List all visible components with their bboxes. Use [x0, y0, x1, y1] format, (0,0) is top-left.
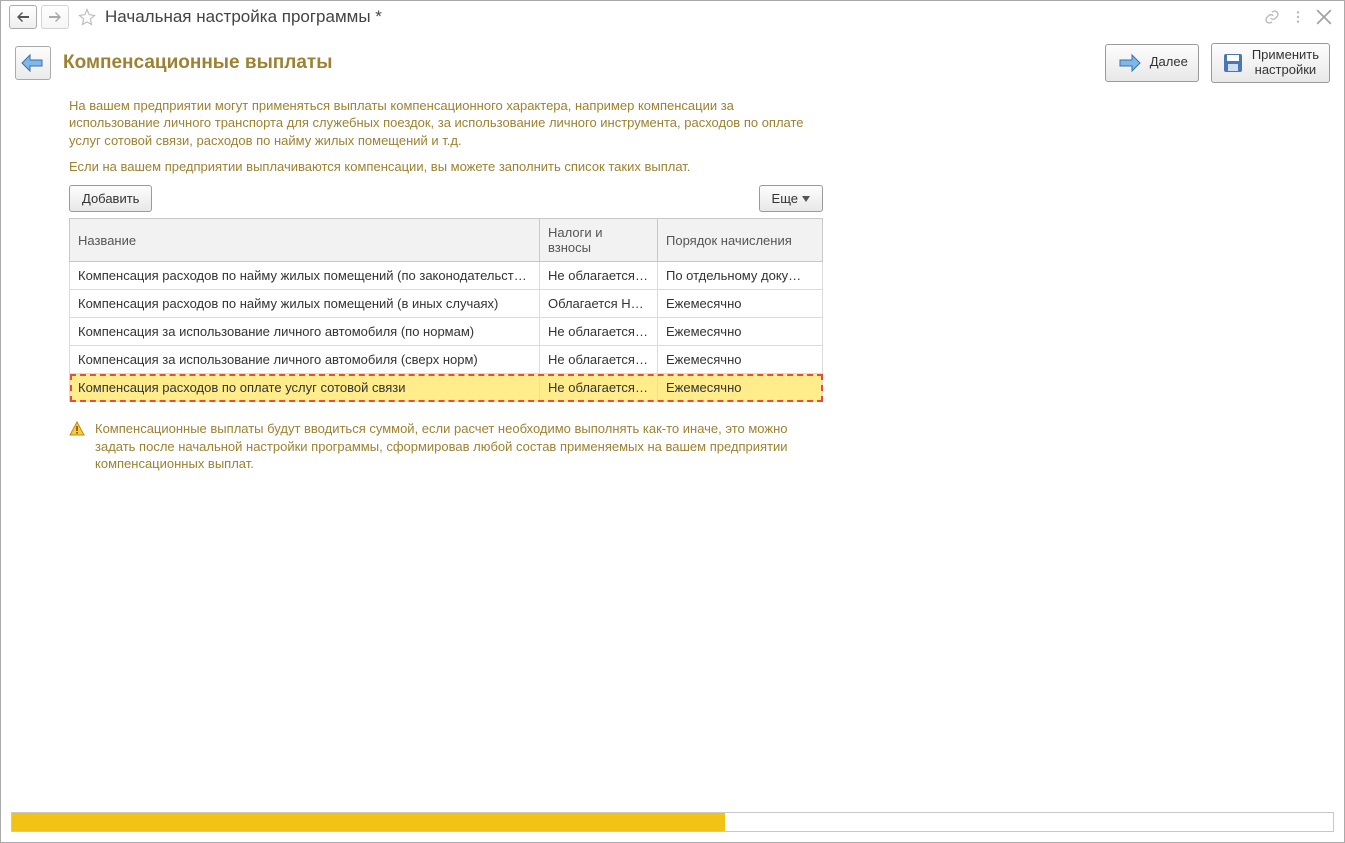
intro-paragraph-1: На вашем предприятии могут применяться в…: [69, 97, 823, 150]
arrow-left-blue-icon: [20, 53, 46, 73]
arrow-left-icon: [17, 12, 29, 22]
table-header-row: Название Налоги и взносы Порядок начисле…: [70, 219, 823, 262]
intro-paragraph-2: Если на вашем предприятии выплачиваются …: [69, 158, 823, 176]
table-row[interactable]: Компенсация расходов по найму жилых поме…: [70, 262, 823, 290]
intro-text: На вашем предприятии могут применяться в…: [69, 97, 823, 175]
cell-name: Компенсация расходов по найму жилых поме…: [70, 290, 540, 318]
cell-name: Компенсация за использование личного авт…: [70, 346, 540, 374]
main-area: Компенсационные выплаты Далее Применитьн…: [1, 33, 1344, 842]
warning-text: Компенсационные выплаты будут вводиться …: [95, 420, 823, 473]
cell-taxes: Не облагается …: [540, 318, 658, 346]
arrow-right-icon: [49, 12, 61, 22]
table-toolbar: Добавить Еще: [69, 185, 823, 212]
table-row[interactable]: Компенсация за использование личного авт…: [70, 318, 823, 346]
chevron-down-icon: [802, 196, 810, 202]
more-vertical-icon[interactable]: [1290, 9, 1306, 25]
table-row[interactable]: Компенсация расходов по найму жилых поме…: [70, 290, 823, 318]
warning-note: Компенсационные выплаты будут вводиться …: [69, 420, 823, 473]
compensation-table: Название Налоги и взносы Порядок начисле…: [69, 218, 823, 402]
more-button[interactable]: Еще: [759, 185, 823, 212]
next-button-label: Далее: [1150, 55, 1188, 70]
warning-icon: [69, 421, 85, 437]
link-icon[interactable]: [1264, 9, 1280, 25]
cell-taxes: Не облагается …: [540, 346, 658, 374]
next-button[interactable]: Далее: [1105, 44, 1199, 82]
cell-order: Ежемесячно: [658, 346, 823, 374]
cell-taxes: Не облагается …: [540, 262, 658, 290]
cell-name: Компенсация за использование личного авт…: [70, 318, 540, 346]
favorite-star-icon[interactable]: [77, 7, 97, 27]
cell-taxes: Не облагается …: [540, 374, 658, 402]
col-header-order[interactable]: Порядок начисления: [658, 219, 823, 262]
cell-taxes: Облагается НД…: [540, 290, 658, 318]
titlebar: Начальная настройка программы *: [1, 1, 1344, 33]
progress-bar: [11, 812, 1334, 832]
arrow-right-blue-icon: [1116, 53, 1142, 73]
wizard-back-button[interactable]: [15, 46, 51, 80]
cell-order: По отдельному доку…: [658, 262, 823, 290]
window-title: Начальная настройка программы *: [105, 7, 1260, 27]
nav-back-button[interactable]: [9, 5, 37, 29]
progress-fill: [12, 813, 725, 831]
close-icon[interactable]: [1316, 9, 1332, 25]
content-column: На вашем предприятии могут применяться в…: [69, 97, 823, 473]
header-row: Компенсационные выплаты Далее Применитьн…: [15, 43, 1330, 83]
save-icon: [1222, 52, 1244, 74]
cell-name: Компенсация расходов по найму жилых поме…: [70, 262, 540, 290]
titlebar-controls: [1264, 9, 1332, 25]
nav-forward-button[interactable]: [41, 5, 69, 29]
add-button[interactable]: Добавить: [69, 185, 152, 212]
apply-button-label: Применитьнастройки: [1252, 48, 1319, 78]
app-window: Начальная настройка программы * Компенса…: [0, 0, 1345, 843]
apply-settings-button[interactable]: Применитьнастройки: [1211, 43, 1330, 83]
page-heading: Компенсационные выплаты: [63, 52, 1093, 74]
table-row[interactable]: Компенсация расходов по оплате услуг сот…: [70, 374, 823, 402]
table-row[interactable]: Компенсация за использование личного авт…: [70, 346, 823, 374]
cell-order: Ежемесячно: [658, 290, 823, 318]
cell-order: Ежемесячно: [658, 318, 823, 346]
col-header-name[interactable]: Название: [70, 219, 540, 262]
cell-order: Ежемесячно: [658, 374, 823, 402]
col-header-taxes[interactable]: Налоги и взносы: [540, 219, 658, 262]
cell-name: Компенсация расходов по оплате услуг сот…: [70, 374, 540, 402]
